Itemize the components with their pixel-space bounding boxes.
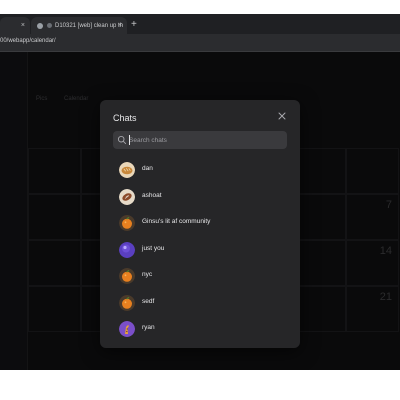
search-input[interactable] <box>129 134 279 146</box>
chat-list-item[interactable]: sedf <box>119 293 289 315</box>
tab-title: D10321 [web] clean up th <box>55 22 124 29</box>
close-icon[interactable] <box>276 110 288 122</box>
status-dot-icon <box>47 23 52 28</box>
chat-name: nyc <box>142 271 153 278</box>
chat-list-item[interactable]: dan <box>119 160 289 182</box>
chat-list-item[interactable]: just you <box>119 240 289 262</box>
close-tab-icon[interactable]: × <box>21 22 25 29</box>
browser-window: × D10321 [web] clean up th × + 00/webapp… <box>0 14 400 370</box>
tab-bar: × D10321 [web] clean up th × + <box>0 14 400 34</box>
chat-name: sedf <box>142 297 155 305</box>
url-text[interactable]: 00/webapp/calendar/ <box>0 38 56 44</box>
github-icon <box>37 22 43 29</box>
orange-avatar-icon <box>119 215 135 231</box>
text-caret <box>129 135 130 145</box>
chat-name: just you <box>142 244 165 252</box>
search-box[interactable] <box>113 131 287 149</box>
browser-tab-active[interactable]: D10321 [web] clean up th × <box>31 17 127 34</box>
football-avatar-icon <box>119 188 135 205</box>
purple-orb-avatar-icon <box>119 241 135 258</box>
chat-list-item[interactable]: ryan <box>119 319 289 341</box>
chat-list-item[interactable]: nyc <box>119 266 289 288</box>
browser-tab[interactable]: × <box>0 17 30 34</box>
orange-avatar-icon <box>119 294 135 311</box>
chat-name: dan <box>142 165 153 172</box>
address-bar[interactable]: 00/webapp/calendar/ <box>0 34 400 52</box>
bread-avatar-icon <box>119 162 135 178</box>
chat-name: ashoat <box>142 191 162 199</box>
chat-list-item[interactable]: Ginsu's lit af community <box>119 213 289 235</box>
close-tab-icon[interactable]: × <box>118 22 122 29</box>
new-tab-button[interactable]: + <box>131 19 137 30</box>
chats-modal: Chats dan ashoat Ginsu's lit af community j… <box>100 100 300 348</box>
chat-list-item[interactable]: ashoat <box>119 187 289 209</box>
modal-title: Chats <box>113 113 137 123</box>
giraffe-avatar-icon <box>119 321 135 337</box>
chat-name: Ginsu's lit af community <box>142 218 211 225</box>
orange-avatar-icon <box>119 268 135 284</box>
search-icon <box>117 135 127 145</box>
chat-name: ryan <box>142 324 155 331</box>
